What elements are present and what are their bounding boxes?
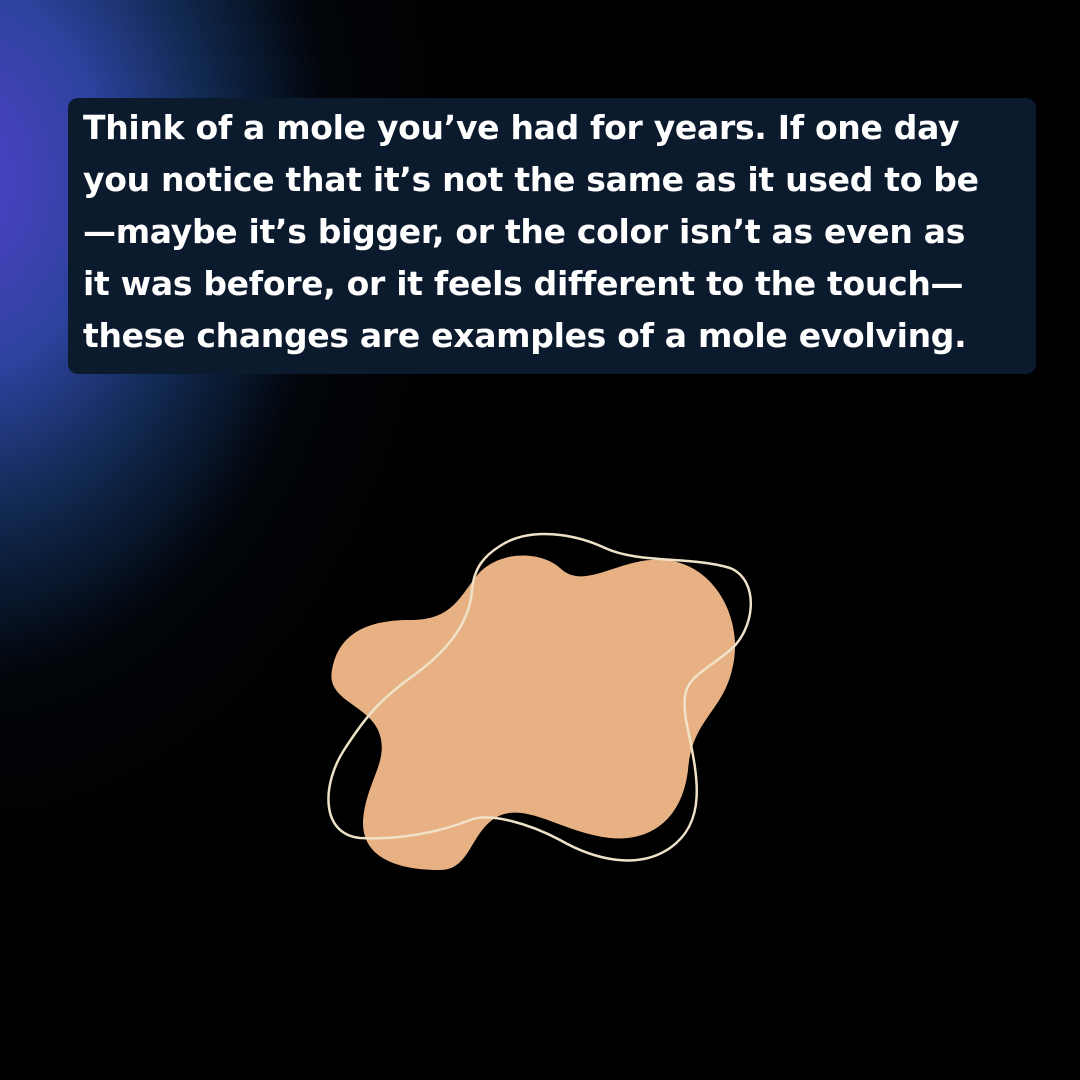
caption-line-3: —maybe it’s bigger, or the color isn’t a… xyxy=(83,212,966,251)
caption-line-5: these changes are examples of a mole evo… xyxy=(83,316,967,355)
caption-line-1: Think of a mole you’ve had for years. If… xyxy=(83,108,960,147)
mole-blob xyxy=(331,555,736,870)
caption-text: Think of a mole you’ve had for years. If… xyxy=(83,102,1026,362)
caption-box: Think of a mole you’ve had for years. If… xyxy=(68,98,1036,374)
caption-line-4: it was before, or it feels different to … xyxy=(83,264,964,303)
caption-line-2: you notice that it’s not the same as it … xyxy=(83,160,979,199)
slide-canvas: Think of a mole you’ve had for years. If… xyxy=(0,0,1080,1080)
mole-illustration xyxy=(327,532,753,870)
